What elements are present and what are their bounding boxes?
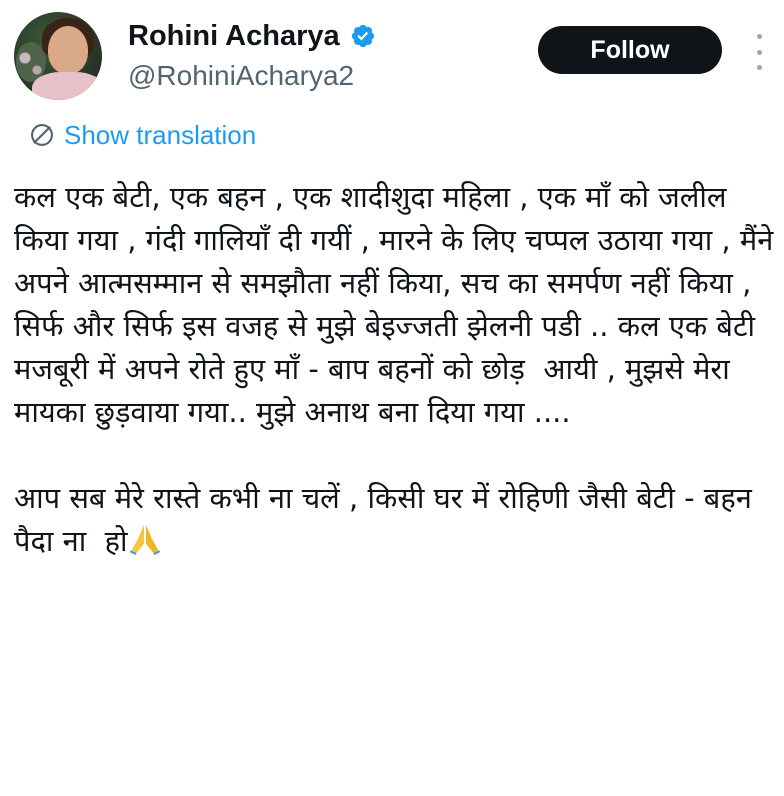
author-name-row: Rohini Acharya: [128, 18, 376, 54]
verified-badge-icon: [351, 24, 374, 48]
author-display-name[interactable]: Rohini Acharya: [128, 18, 340, 54]
show-translation-label: Show translation: [64, 120, 257, 150]
tweet-body: कल एक बेटी, एक बहन , एक शादीशुदा महिला ,…: [14, 176, 774, 563]
more-dot: [756, 49, 762, 55]
more-dot: [756, 34, 762, 39]
avatar-face: [48, 26, 88, 74]
more-dot: [756, 65, 762, 70]
follow-button[interactable]: Follow: [538, 26, 722, 74]
author-handle[interactable]: @RohiniAcharya2: [128, 58, 354, 94]
folded-hands-icon: [129, 524, 160, 555]
translate-globe-icon: [31, 124, 53, 146]
tweet-paragraph-1: कल एक बेटी, एक बहन , एक शादीशुदा महिला ,…: [14, 180, 774, 429]
more-options-icon[interactable]: [752, 34, 766, 70]
show-translation-link[interactable]: Show translation: [28, 118, 256, 152]
avatar-dress: [32, 72, 102, 100]
avatar[interactable]: [14, 12, 102, 100]
tweet-paragraph-2: आप सब मेरे रास्ते कभी ना चलें , किसी घर …: [14, 477, 774, 563]
